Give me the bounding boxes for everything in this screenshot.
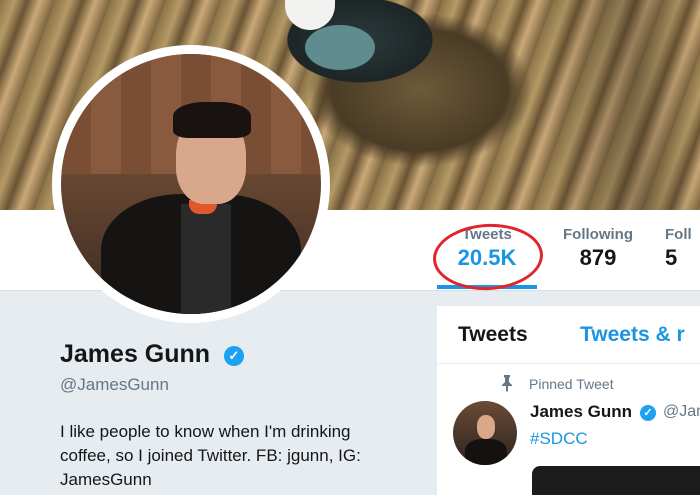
tweet-avatar[interactable]: [453, 401, 517, 465]
tweet-media[interactable]: [532, 466, 700, 495]
stat-following[interactable]: Following 879: [553, 226, 643, 271]
stat-followers-label: Foll: [665, 226, 692, 243]
tweet-verified-badge-icon: ✓: [640, 405, 656, 421]
tweet-avatar-face: [477, 415, 495, 439]
stat-following-value: 879: [579, 245, 617, 270]
tweet-author-handle[interactable]: @Jam: [663, 403, 700, 421]
tweet-author-name[interactable]: James Gunn: [530, 402, 632, 422]
stat-followers[interactable]: Foll 5: [665, 226, 700, 271]
stat-followers-value: 5: [665, 245, 678, 270]
tab-tweets-and-replies[interactable]: Tweets & r: [580, 323, 685, 347]
profile-bio: I like people to know when I'm drinking …: [60, 422, 361, 489]
tweet-avatar-body: [465, 439, 507, 465]
avatar-hair: [173, 102, 251, 138]
profile-handle[interactable]: @JamesGunn: [60, 375, 169, 395]
tweet-hashtag-link[interactable]: #SDCC: [530, 429, 588, 449]
pinned-tweet-label: Pinned Tweet: [529, 376, 614, 392]
profile-name[interactable]: James Gunn: [60, 340, 210, 369]
timeline-tabs: Tweets Tweets & r: [437, 306, 700, 364]
banner-art-shade: [540, 0, 700, 210]
timeline-panel: Tweets Tweets & r Pinned Tweet James Gun…: [437, 306, 700, 495]
tab-tweets[interactable]: Tweets: [458, 323, 528, 347]
pin-icon: [502, 375, 512, 392]
avatar[interactable]: [61, 54, 321, 314]
verified-badge-icon: ✓: [224, 346, 244, 366]
stat-following-label: Following: [563, 226, 633, 243]
